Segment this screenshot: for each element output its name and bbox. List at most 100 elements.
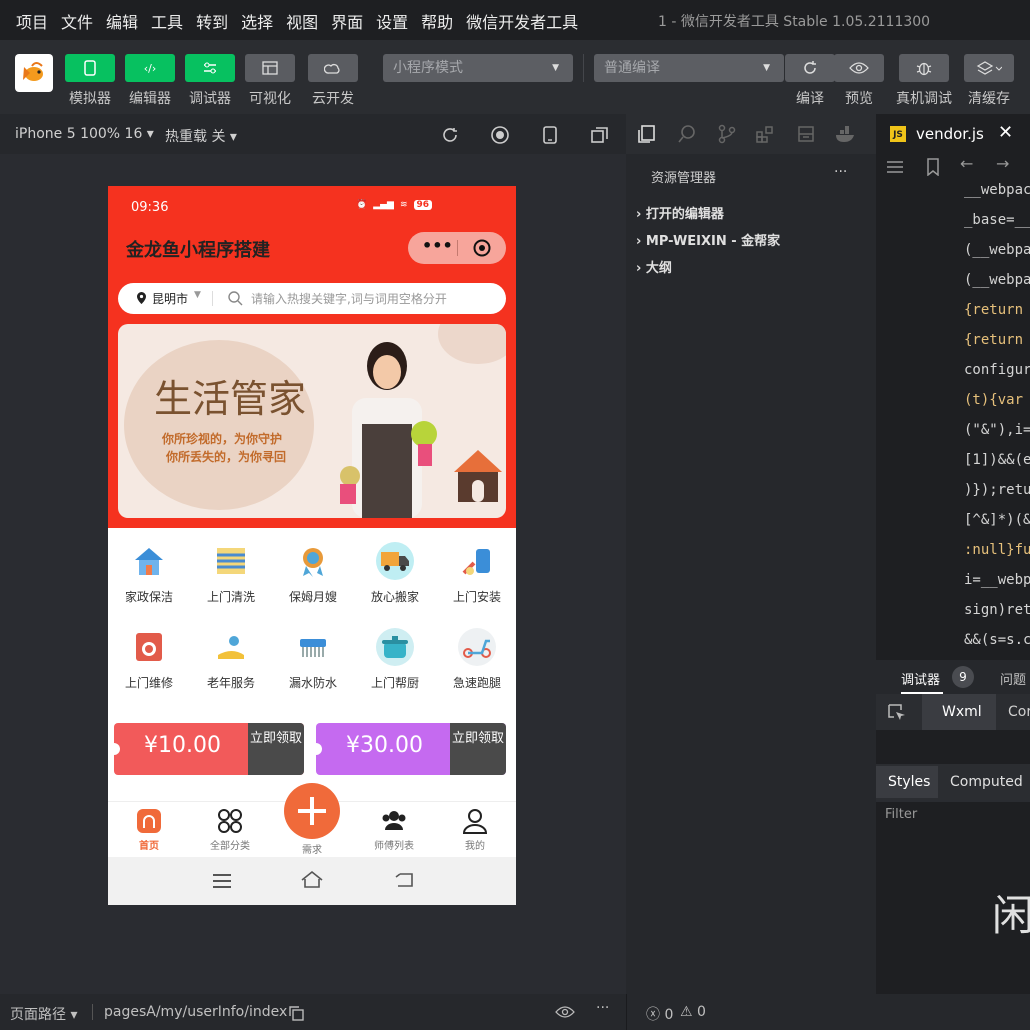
bookmark-icon[interactable] — [926, 158, 940, 176]
files-icon[interactable] — [637, 124, 657, 144]
menu-item-select[interactable]: 选择 — [241, 9, 273, 33]
compile-select[interactable]: 普通编译 ▼ — [594, 54, 784, 82]
idle-text: 闲 — [992, 891, 1030, 940]
category-item[interactable]: 上门维修 — [108, 628, 190, 691]
capsule-menu[interactable]: ••• — [408, 232, 506, 264]
tab-demand[interactable]: 需求 — [272, 841, 352, 856]
category-item[interactable]: 上门清洗 — [190, 542, 272, 605]
more-icon[interactable]: ··· — [834, 164, 847, 180]
coupon-card[interactable]: ¥30.00 立即领取 — [316, 723, 506, 775]
coupon-card[interactable]: ¥10.00 立即领取 — [114, 723, 304, 775]
source-control-icon[interactable] — [717, 124, 737, 144]
tab-home[interactable]: 首页 — [109, 808, 189, 852]
mode-select[interactable]: 小程序模式 ▼ — [383, 54, 573, 82]
menu-item-interface[interactable]: 界面 — [331, 9, 363, 33]
rotate-icon[interactable] — [441, 126, 459, 144]
list-icon[interactable] — [886, 160, 904, 174]
project-avatar[interactable] — [15, 54, 53, 92]
record-icon[interactable] — [491, 126, 509, 144]
category-item[interactable]: 漏水防水 — [272, 628, 354, 691]
more-icon[interactable]: ··· — [596, 1000, 609, 1016]
preview-label: 预览 — [845, 91, 873, 107]
editor-tab[interactable]: JS vendor.js ✕ — [876, 114, 1030, 154]
category-item[interactable]: 保姆月嫂 — [272, 542, 354, 605]
menu-item-goto[interactable]: 转到 — [196, 9, 228, 33]
error-count[interactable]: ⓧ 0 — [646, 1004, 673, 1024]
filter-input[interactable]: Filter — [876, 802, 1030, 828]
page-path-select[interactable]: 页面路径 ▾ — [10, 1004, 77, 1024]
storage-icon[interactable] — [796, 124, 816, 144]
menu-icon[interactable] — [212, 873, 232, 889]
menu-item-project[interactable]: 项目 — [16, 9, 48, 33]
status-icons: ⏰ ▂▄▆ ≋ 96 — [356, 200, 433, 210]
claim-button[interactable]: 立即领取 — [248, 723, 304, 775]
demand-fab[interactable] — [284, 783, 340, 839]
category-item[interactable]: 上门帮厨 — [354, 628, 436, 691]
docker-icon[interactable] — [834, 124, 858, 144]
simulator-button[interactable] — [65, 54, 115, 82]
tab-computed[interactable]: Computed — [950, 774, 1023, 790]
extensions-icon[interactable] — [755, 124, 775, 144]
tree-item-open-editors[interactable]: › 打开的编辑器 — [636, 203, 724, 222]
inspect-icon[interactable] — [888, 704, 906, 722]
menu-item-devtools[interactable]: 微信开发者工具 — [466, 9, 578, 33]
search-bar[interactable]: 昆明市 ▼ 请输入热搜关键字,词与词用空格分开 — [118, 283, 506, 314]
tab-issues[interactable]: 问题 — [1000, 669, 1026, 688]
tab-styles[interactable]: Styles — [876, 766, 938, 798]
cloud-button[interactable] — [308, 54, 358, 82]
menu-item-edit[interactable]: 编辑 — [106, 9, 138, 33]
tab-mine[interactable]: 我的 — [435, 808, 515, 852]
search-icon[interactable] — [677, 124, 697, 144]
copy-icon[interactable] — [288, 1005, 304, 1021]
city-select[interactable]: 昆明市 — [152, 290, 188, 307]
coupon-notch — [316, 743, 322, 755]
tab-categories[interactable]: 全部分类 — [190, 808, 270, 852]
banner[interactable]: 生活管家 你所珍视的，为你守护 你所丢失的，为你寻回 — [118, 324, 506, 518]
preview-button[interactable] — [834, 54, 884, 82]
menu-item-tools[interactable]: 工具 — [151, 9, 183, 33]
eye-icon[interactable] — [555, 1006, 575, 1018]
tab-label: 首页 — [139, 841, 159, 852]
category-label: 家政保洁 — [124, 590, 173, 604]
hot-reload-select[interactable]: 热重载 关 ▾ — [165, 126, 237, 146]
close-icon[interactable]: ✕ — [998, 122, 1013, 143]
more-icon[interactable]: ••• — [422, 236, 453, 255]
debugger-button[interactable] — [185, 54, 235, 82]
close-miniprogram-icon[interactable] — [473, 239, 491, 257]
claim-button[interactable]: 立即领取 — [450, 723, 506, 775]
menu-item-file[interactable]: 文件 — [61, 9, 93, 33]
compile-button[interactable] — [785, 54, 835, 82]
editor-button[interactable]: ‹/› — [125, 54, 175, 82]
search-input[interactable]: 请输入热搜关键字,词与词用空格分开 — [251, 290, 447, 307]
error-count-value: 0 — [664, 1007, 674, 1023]
home-nav-icon[interactable] — [301, 870, 323, 888]
subtab-wxml[interactable]: Wxml — [922, 694, 996, 730]
device-select[interactable]: iPhone 5 100% 16 ▾ — [15, 126, 154, 142]
phone-icon[interactable] — [543, 126, 557, 144]
tree-item-project[interactable]: › MP-WEIXIN - 金帮家 — [636, 230, 780, 249]
tab-debugger[interactable]: 调试器 — [901, 669, 940, 688]
back-icon[interactable] — [394, 872, 414, 888]
category-item[interactable]: 急速跑腿 — [436, 628, 516, 691]
category-item[interactable]: 家政保洁 — [108, 542, 190, 605]
debugger-label: 调试器 — [189, 91, 231, 107]
remote-debug-button[interactable] — [899, 54, 949, 82]
menu-item-settings[interactable]: 设置 — [376, 9, 408, 33]
tree-item-outline[interactable]: › 大纲 — [636, 257, 672, 276]
visual-button[interactable] — [245, 54, 295, 82]
code-line: [^&]*)(& — [964, 512, 1030, 528]
home-icon — [137, 809, 161, 833]
category-item[interactable]: 放心搬家 — [354, 542, 436, 605]
back-arrow-icon[interactable]: ← — [960, 154, 973, 173]
clear-cache-button[interactable] — [964, 54, 1014, 82]
subtab-console[interactable]: Cor — [1008, 704, 1030, 720]
category-item[interactable]: 老年服务 — [190, 628, 272, 691]
forward-arrow-icon[interactable]: → — [996, 154, 1009, 173]
detach-window-icon[interactable] — [591, 126, 609, 144]
warning-count[interactable]: ⚠ 0 — [680, 1004, 706, 1020]
tab-masters[interactable]: 师傅列表 — [354, 808, 434, 852]
menu-item-help[interactable]: 帮助 — [421, 9, 453, 33]
menu-item-view[interactable]: 视图 — [286, 9, 318, 33]
category-item[interactable]: 上门安装 — [436, 542, 516, 605]
tree-item-label: 打开的编辑器 — [645, 207, 724, 222]
